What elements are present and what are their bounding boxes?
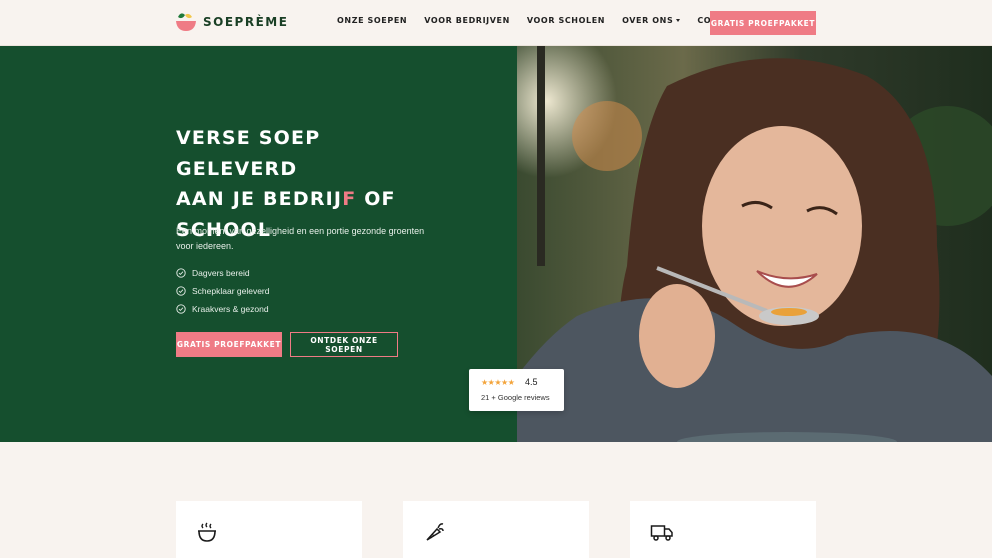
chevron-down-icon xyxy=(676,19,681,22)
soup-bowl-logo-icon xyxy=(176,13,196,31)
hero-title-line2-post: OF xyxy=(356,188,396,210)
main-nav: ONZE SOEPEN VOOR BEDRIJVEN VOOR SCHOLEN … xyxy=(337,16,760,25)
usp-item: Kraakvers & gezond xyxy=(176,300,270,318)
check-circle-icon xyxy=(176,286,186,296)
carrot-icon xyxy=(426,523,444,541)
logo[interactable]: SOEPRÈME xyxy=(175,10,288,34)
hero-title-line1: VERSE SOEP GELEVERD xyxy=(176,127,321,180)
hero-section: VERSE SOEP GELEVERD AAN JE BEDRIJF OF SC… xyxy=(0,46,517,442)
logo-text: SOEPRÈME xyxy=(203,15,289,29)
feature-card-soup xyxy=(176,501,362,558)
feature-card-veggies xyxy=(403,501,589,558)
google-reviews-badge[interactable]: ★★★★★ 4.5 21 + Google reviews xyxy=(469,369,564,411)
soup-bowl-icon xyxy=(198,522,216,542)
hero-primary-button[interactable]: GRATIS PROEFPAKKET xyxy=(176,332,282,357)
header-cta-button[interactable]: GRATIS PROEFPAKKET xyxy=(710,11,816,35)
hero-photo xyxy=(517,46,992,442)
site-header: SOEPRÈME ONZE SOEPEN VOOR BEDRIJVEN VOOR… xyxy=(0,0,992,46)
feature-card-delivery xyxy=(630,501,816,558)
nav-item-voor-bedrijven[interactable]: VOOR BEDRIJVEN xyxy=(424,16,510,25)
check-circle-icon xyxy=(176,304,186,314)
star-rating-icon: ★★★★★ xyxy=(481,378,515,387)
review-count: 21 + Google reviews xyxy=(481,393,550,402)
nav-item-voor-scholen[interactable]: VOOR SCHOLEN xyxy=(527,16,605,25)
check-circle-icon xyxy=(176,268,186,278)
woman-eating-soup-photo xyxy=(517,46,992,442)
nav-item-over-ons-label: OVER ONS xyxy=(622,16,674,25)
hero-title-accent: F xyxy=(342,188,357,210)
hero-secondary-button[interactable]: ONTDEK ONZE SOEPEN xyxy=(290,332,398,357)
usp-list: Dagvers bereid Schepklaar geleverd Kraak… xyxy=(176,264,270,318)
nav-item-onze-soepen[interactable]: ONZE SOEPEN xyxy=(337,16,407,25)
usp-item: Dagvers bereid xyxy=(176,264,270,282)
usp-label: Kraakvers & gezond xyxy=(192,304,269,314)
nav-item-over-ons[interactable]: OVER ONS xyxy=(622,16,681,25)
delivery-truck-icon xyxy=(650,525,673,541)
usp-label: Schepklaar geleverd xyxy=(192,286,270,296)
usp-item: Schepklaar geleverd xyxy=(176,282,270,300)
hero-title-line2-pre: AAN JE BEDRIJ xyxy=(176,188,343,210)
usp-label: Dagvers bereid xyxy=(192,268,250,278)
hero-subtitle: Een moment van gezelligheid en een porti… xyxy=(176,226,425,251)
review-score: 4.5 xyxy=(525,377,538,387)
